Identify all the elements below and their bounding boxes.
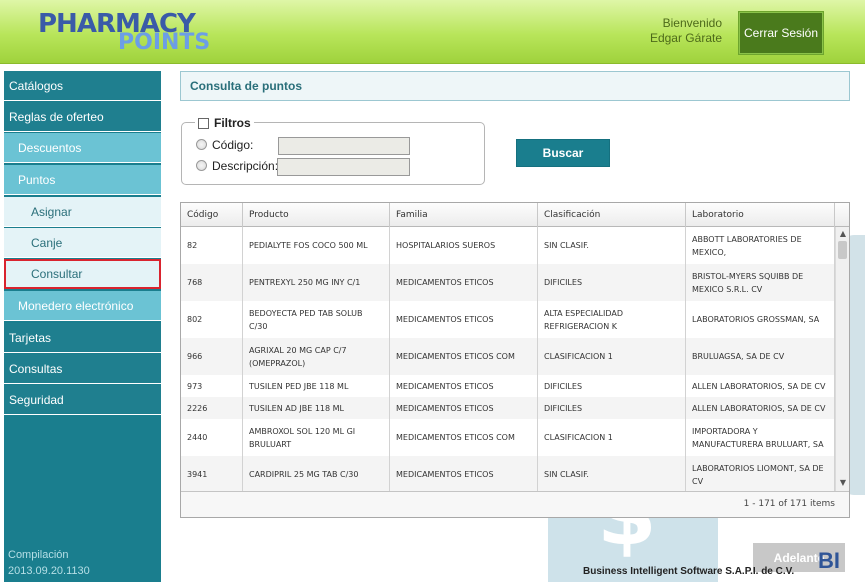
cell-familia: MEDICAMENTOS ETICOS [390, 375, 538, 397]
grid-body: 82 PEDIALYTE FOS COCO 500 ML HOSPITALARIOS… [181, 227, 835, 491]
cell-producto: BEDOYECTA PED TAB SOLUB C/30 [243, 301, 390, 338]
table-row[interactable]: 2440 AMBROXOL SOL 120 ML GI BRULUART MEDIC… [181, 419, 835, 456]
cell-clasificacion: DIFICILES [538, 264, 686, 301]
compile-info: Compilación 2013.09.20.1130 [8, 547, 90, 579]
filters-legend[interactable]: Filtros [195, 116, 254, 130]
logo-text-bottom: POINTS [118, 30, 211, 55]
cell-producto: AGRIXAL 20 MG CAP C/7 (OMEPRAZOL) [243, 338, 390, 375]
cell-familia: MEDICAMENTOS ETICOS [390, 301, 538, 338]
sidebar: Catálogos Reglas de oferteo Descuentos P… [4, 71, 161, 582]
cell-familia: MEDICAMENTOS ETICOS COM [390, 338, 538, 375]
table-row[interactable]: 802 BEDOYECTA PED TAB SOLUB C/30 MEDICAMEN… [181, 301, 835, 338]
cell-laboratorio: ALLEN LABORATORIOS, SA DE CV [686, 397, 835, 419]
cell-clasificacion: DIFICILES [538, 375, 686, 397]
description-radio[interactable] [196, 160, 207, 171]
scroll-up-icon[interactable]: ▲ [838, 229, 848, 239]
cell-clasificacion: ALTA ESPECIALIDAD REFRIGERACION K [538, 301, 686, 338]
cell-familia: MEDICAMENTOS ETICOS [390, 456, 538, 491]
app-header: PHARMACY POINTS Bienvenido Edgar Gárate … [0, 0, 865, 64]
cell-laboratorio: BRULUAGSA, SA DE CV [686, 338, 835, 375]
cell-laboratorio: IMPORTADORA Y MANUFACTURERA BRULUART, SA [686, 419, 835, 456]
sidebar-item-catalogos[interactable]: Catálogos [4, 71, 161, 101]
cell-laboratorio: BRISTOL-MYERS SQUIBB DE MEXICO S.R.L. CV [686, 264, 835, 301]
sidebar-item-seguridad[interactable]: Seguridad [4, 385, 161, 415]
cell-producto: PEDIALYTE FOS COCO 500 ML [243, 227, 390, 264]
filters-checkbox[interactable] [198, 117, 209, 129]
cell-familia: HOSPITALARIOS SUEROS [390, 227, 538, 264]
pharmacy-points-logo: PHARMACY POINTS [38, 10, 218, 55]
cell-codigo: 2440 [181, 419, 243, 456]
table-row[interactable]: 2226 TUSILEN AD JBE 118 ML MEDICAMENTOS ET… [181, 397, 835, 419]
footer-company: Business Intelligent Software S.A.P.I. d… [583, 566, 795, 577]
welcome-label: Bienvenido [662, 16, 722, 30]
grid-footer: 1 - 171 of 171 items [181, 491, 849, 517]
column-header-laboratorio[interactable]: Laboratorio [686, 203, 835, 227]
logout-button[interactable]: Cerrar Sesión [738, 11, 824, 55]
cell-laboratorio: LABORATORIOS GROSSMAN, SA [686, 301, 835, 338]
table-row[interactable]: 966 AGRIXAL 20 MG CAP C/7 (OMEPRAZOL) MEDI… [181, 338, 835, 375]
cell-producto: PENTREXYL 250 MG INY C/1 [243, 264, 390, 301]
cell-clasificacion: SIN CLASIF. [538, 227, 686, 264]
cell-codigo: 802 [181, 301, 243, 338]
cell-familia: MEDICAMENTOS ETICOS COM [390, 419, 538, 456]
search-button[interactable]: Buscar [516, 139, 610, 167]
description-field[interactable] [277, 158, 410, 176]
column-header-familia[interactable]: Familia [390, 203, 538, 227]
compile-label: Compilación [8, 549, 69, 561]
sidebar-item-consultas[interactable]: Consultas [4, 354, 161, 384]
table-row[interactable]: 82 PEDIALYTE FOS COCO 500 ML HOSPITALARIOS… [181, 227, 835, 264]
compile-version: 2013.09.20.1130 [8, 565, 90, 577]
welcome-block: Bienvenido Edgar Gárate [650, 16, 722, 46]
table-row[interactable]: 3941 CARDIPRIL 25 MG TAB C/30 MEDICAMENTOS… [181, 456, 835, 491]
grid-header: Código Producto Familia Clasificación La… [181, 203, 849, 227]
column-header-clasificacion[interactable]: Clasificación [538, 203, 686, 227]
page-title: Consulta de puntos [180, 71, 850, 101]
cell-clasificacion: DIFICILES [538, 397, 686, 419]
cell-clasificacion: CLASIFICACION 1 [538, 338, 686, 375]
cell-clasificacion: SIN CLASIF. [538, 456, 686, 491]
filters-label: Filtros [214, 116, 251, 130]
scroll-down-icon[interactable]: ▼ [838, 478, 848, 488]
description-label: Descripción: [212, 159, 279, 173]
sidebar-item-canje[interactable]: Canje [4, 228, 161, 258]
grid-scrollbar[interactable]: ▲ ▼ [835, 227, 849, 491]
scrollbar-thumb[interactable] [838, 241, 847, 259]
sidebar-item-consultar[interactable]: Consultar [4, 259, 161, 289]
code-label: Código: [212, 138, 254, 152]
cell-codigo: 768 [181, 264, 243, 301]
column-header-producto[interactable]: Producto [243, 203, 390, 227]
cell-producto: TUSILEN PED JBE 118 ML [243, 375, 390, 397]
cell-codigo: 966 [181, 338, 243, 375]
cell-familia: MEDICAMENTOS ETICOS [390, 397, 538, 419]
points-grid: Código Producto Familia Clasificación La… [180, 202, 850, 518]
cell-producto: TUSILEN AD JBE 118 ML [243, 397, 390, 419]
cell-clasificacion: CLASIFICACION 1 [538, 419, 686, 456]
sidebar-item-descuentos[interactable]: Descuentos [4, 133, 161, 163]
cell-codigo: 82 [181, 227, 243, 264]
column-header-codigo[interactable]: Código [181, 203, 243, 227]
cell-familia: MEDICAMENTOS ETICOS [390, 264, 538, 301]
cell-producto: CARDIPRIL 25 MG TAB C/30 [243, 456, 390, 491]
table-row[interactable]: 768 PENTREXYL 250 MG INY C/1 MEDICAMENTOS … [181, 264, 835, 301]
code-radio[interactable] [196, 139, 207, 150]
sidebar-item-monedero-electronico[interactable]: Monedero electrónico [4, 291, 161, 321]
user-name: Edgar Gárate [649, 31, 722, 45]
cell-laboratorio: ABBOTT LABORATORIES DE MEXICO, [686, 227, 835, 264]
cell-codigo: 2226 [181, 397, 243, 419]
sidebar-item-reglas-de-oferteo[interactable]: Reglas de oferteo [4, 102, 161, 132]
pager-info: 1 - 171 of 171 items [743, 499, 835, 509]
cell-laboratorio: ALLEN LABORATORIOS, SA DE CV [686, 375, 835, 397]
cell-codigo: 973 [181, 375, 243, 397]
table-row[interactable]: 973 TUSILEN PED JBE 118 ML MEDICAMENTOS ET… [181, 375, 835, 397]
cell-laboratorio: LABORATORIOS LIOMONT, SA DE CV [686, 456, 835, 491]
sidebar-item-asignar[interactable]: Asignar [4, 197, 161, 227]
cell-producto: AMBROXOL SOL 120 ML GI BRULUART [243, 419, 390, 456]
sidebar-item-puntos[interactable]: Puntos [4, 165, 161, 195]
sidebar-item-tarjetas[interactable]: Tarjetas [4, 323, 161, 353]
code-field[interactable] [278, 137, 410, 155]
company-logo: BI [818, 548, 840, 573]
cell-codigo: 3941 [181, 456, 243, 491]
